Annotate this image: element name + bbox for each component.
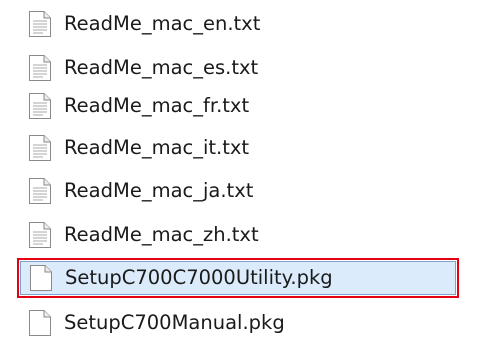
text-document-icon — [28, 134, 52, 162]
text-document-icon — [28, 54, 52, 82]
file-name: ReadMe_mac_ja.txt — [64, 179, 254, 202]
file-row-readme-mac-it[interactable]: ReadMe_mac_it.txt — [20, 131, 456, 165]
blank-document-icon — [29, 264, 53, 292]
text-document-icon — [28, 177, 52, 205]
file-name: ReadMe_mac_en.txt — [64, 12, 261, 35]
file-name: ReadMe_mac_zh.txt — [64, 223, 259, 246]
file-row-readme-mac-ja[interactable]: ReadMe_mac_ja.txt — [20, 174, 456, 208]
file-row-readme-mac-fr[interactable]: ReadMe_mac_fr.txt — [20, 89, 456, 123]
text-document-icon — [28, 221, 52, 249]
file-name: ReadMe_mac_it.txt — [64, 136, 250, 159]
blank-document-icon — [28, 309, 52, 337]
file-list: ReadMe_mac_en.txt ReadMe_mac_es.txt Read… — [0, 0, 499, 343]
file-row-setup-manual-pkg[interactable]: SetupC700Manual.pkg — [20, 306, 456, 340]
file-name: ReadMe_mac_fr.txt — [64, 94, 250, 117]
file-row-readme-mac-zh[interactable]: ReadMe_mac_zh.txt — [20, 218, 456, 252]
text-document-icon — [28, 10, 52, 38]
file-name: SetupC700C7000Utility.pkg — [65, 266, 333, 289]
file-name: SetupC700Manual.pkg — [64, 311, 285, 334]
file-name: ReadMe_mac_es.txt — [64, 56, 259, 79]
file-row-readme-mac-es[interactable]: ReadMe_mac_es.txt — [20, 51, 456, 85]
text-document-icon — [28, 92, 52, 120]
file-row-readme-mac-en[interactable]: ReadMe_mac_en.txt — [20, 7, 456, 41]
file-row-setup-utility-pkg[interactable]: SetupC700C7000Utility.pkg — [17, 258, 459, 298]
